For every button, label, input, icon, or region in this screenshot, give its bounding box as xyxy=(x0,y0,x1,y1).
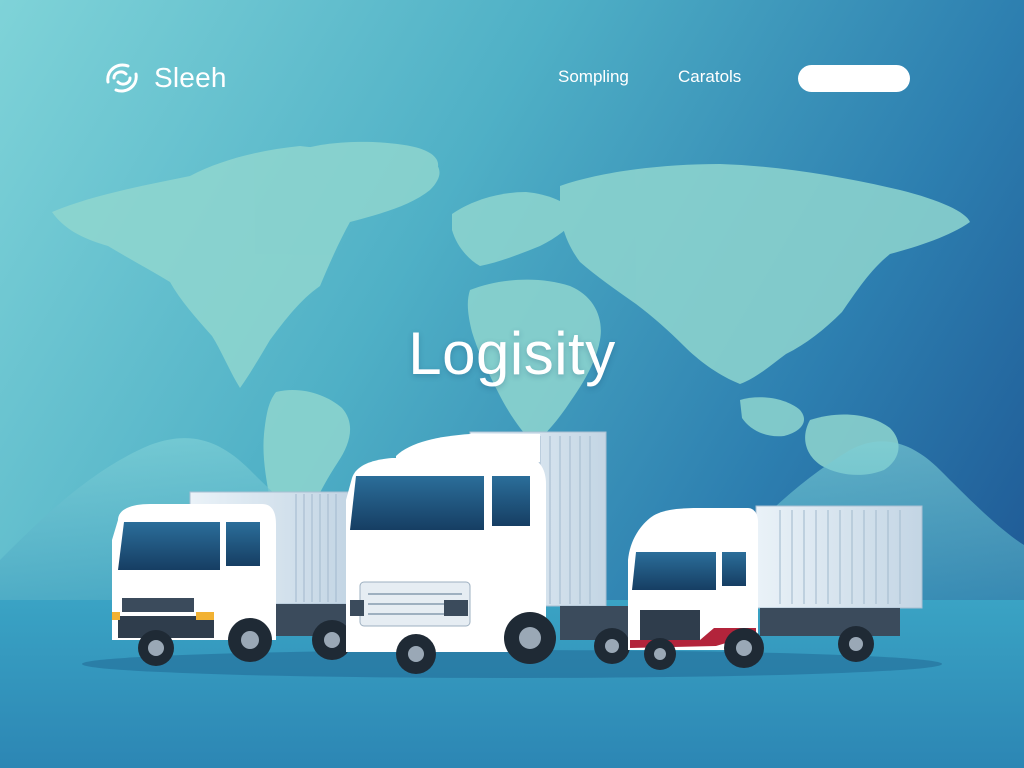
cta-button[interactable] xyxy=(798,65,910,92)
landing-page: Sleeh Sompling Caratols Logisity xyxy=(0,0,1024,768)
truck-center xyxy=(346,431,650,674)
nav-link-sompling[interactable]: Sompling xyxy=(558,67,629,87)
truck-left xyxy=(112,491,352,666)
swirl-logo-icon xyxy=(106,63,138,93)
nav-link-caratols[interactable]: Caratols xyxy=(678,67,741,87)
hero-title: Logisity xyxy=(408,320,616,387)
brand-logo[interactable]: Sleeh xyxy=(100,56,227,100)
brand-name: Sleeh xyxy=(154,62,227,93)
top-nav-bar: Sleeh Sompling Caratols xyxy=(0,0,1024,150)
